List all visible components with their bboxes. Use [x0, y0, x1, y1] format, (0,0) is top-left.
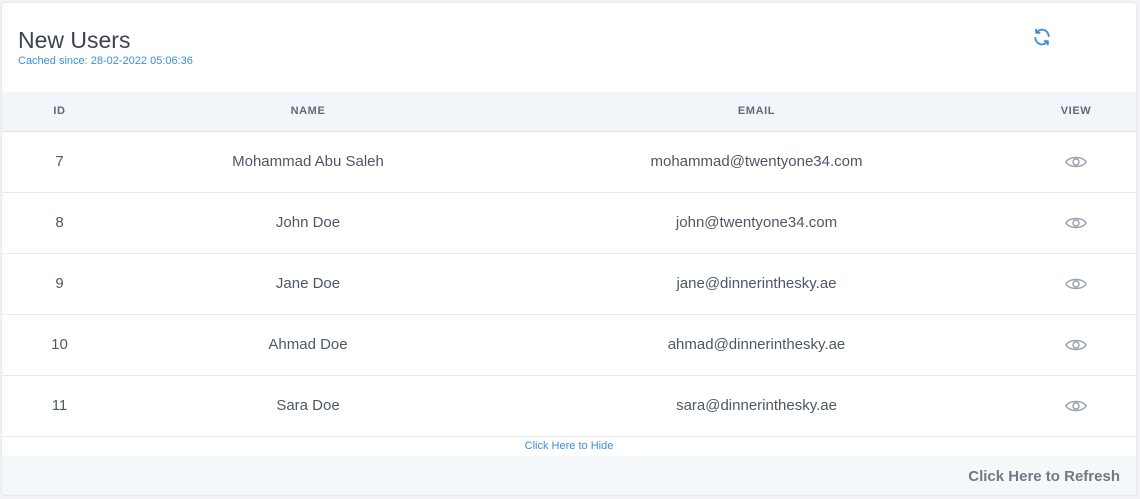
cell-email: mohammad@twentyone34.com — [499, 131, 1014, 193]
cell-id: 11 — [2, 375, 117, 437]
users-table: ID NAME EMAIL VIEW 7 Mohammad Abu Saleh … — [2, 92, 1136, 437]
cell-email: john@twentyone34.com — [499, 192, 1014, 254]
eye-icon[interactable] — [1065, 154, 1087, 170]
table-row: 11 Sara Doe sara@dinnerinthesky.ae — [2, 375, 1136, 437]
cell-name: Jane Doe — [117, 253, 499, 315]
cell-id: 10 — [2, 314, 117, 376]
cell-view — [1014, 375, 1136, 437]
eye-icon[interactable] — [1065, 398, 1087, 414]
cell-name: Sara Doe — [117, 375, 499, 437]
eye-icon[interactable] — [1065, 337, 1087, 353]
refresh-icon[interactable] — [1032, 27, 1052, 47]
card-title: New Users — [18, 27, 131, 53]
cell-email: sara@dinnerinthesky.ae — [499, 375, 1014, 437]
cell-email: ahmad@dinnerinthesky.ae — [499, 314, 1014, 376]
table-row: 10 Ahmad Doe ahmad@dinnerinthesky.ae — [2, 314, 1136, 376]
cell-view — [1014, 192, 1136, 254]
table-row: 7 Mohammad Abu Saleh mohammad@twentyone3… — [2, 131, 1136, 193]
eye-icon[interactable] — [1065, 276, 1087, 292]
cell-name: John Doe — [117, 192, 499, 254]
column-header-name: NAME — [117, 92, 499, 132]
cell-view — [1014, 131, 1136, 193]
cell-email: jane@dinnerinthesky.ae — [499, 253, 1014, 315]
table-row: 9 Jane Doe jane@dinnerinthesky.ae — [2, 253, 1136, 315]
column-header-email: EMAIL — [499, 92, 1014, 132]
table-header: ID NAME EMAIL VIEW — [2, 92, 1136, 132]
cell-view — [1014, 253, 1136, 315]
eye-icon[interactable] — [1065, 215, 1087, 231]
cell-name: Ahmad Doe — [117, 314, 499, 376]
new-users-card: New Users Cached since: 28-02-2022 05:06… — [1, 2, 1137, 496]
refresh-link[interactable]: Click Here to Refresh — [968, 468, 1120, 486]
column-header-view: VIEW — [1014, 92, 1136, 132]
table-body: 7 Mohammad Abu Saleh mohammad@twentyone3… — [2, 131, 1136, 437]
column-header-id: ID — [2, 92, 117, 132]
cell-view — [1014, 314, 1136, 376]
card-footer: Click Here to Refresh — [2, 456, 1136, 495]
cell-id: 7 — [2, 131, 117, 193]
cell-id: 9 — [2, 253, 117, 315]
cached-since-label: Cached since: 28-02-2022 05:06:36 — [18, 55, 193, 67]
cell-name: Mohammad Abu Saleh — [117, 131, 499, 193]
hide-link[interactable]: Click Here to Hide — [2, 439, 1136, 453]
table-row: 8 John Doe john@twentyone34.com — [2, 192, 1136, 254]
cell-id: 8 — [2, 192, 117, 254]
card-header: New Users Cached since: 28-02-2022 05:06… — [2, 3, 1136, 92]
